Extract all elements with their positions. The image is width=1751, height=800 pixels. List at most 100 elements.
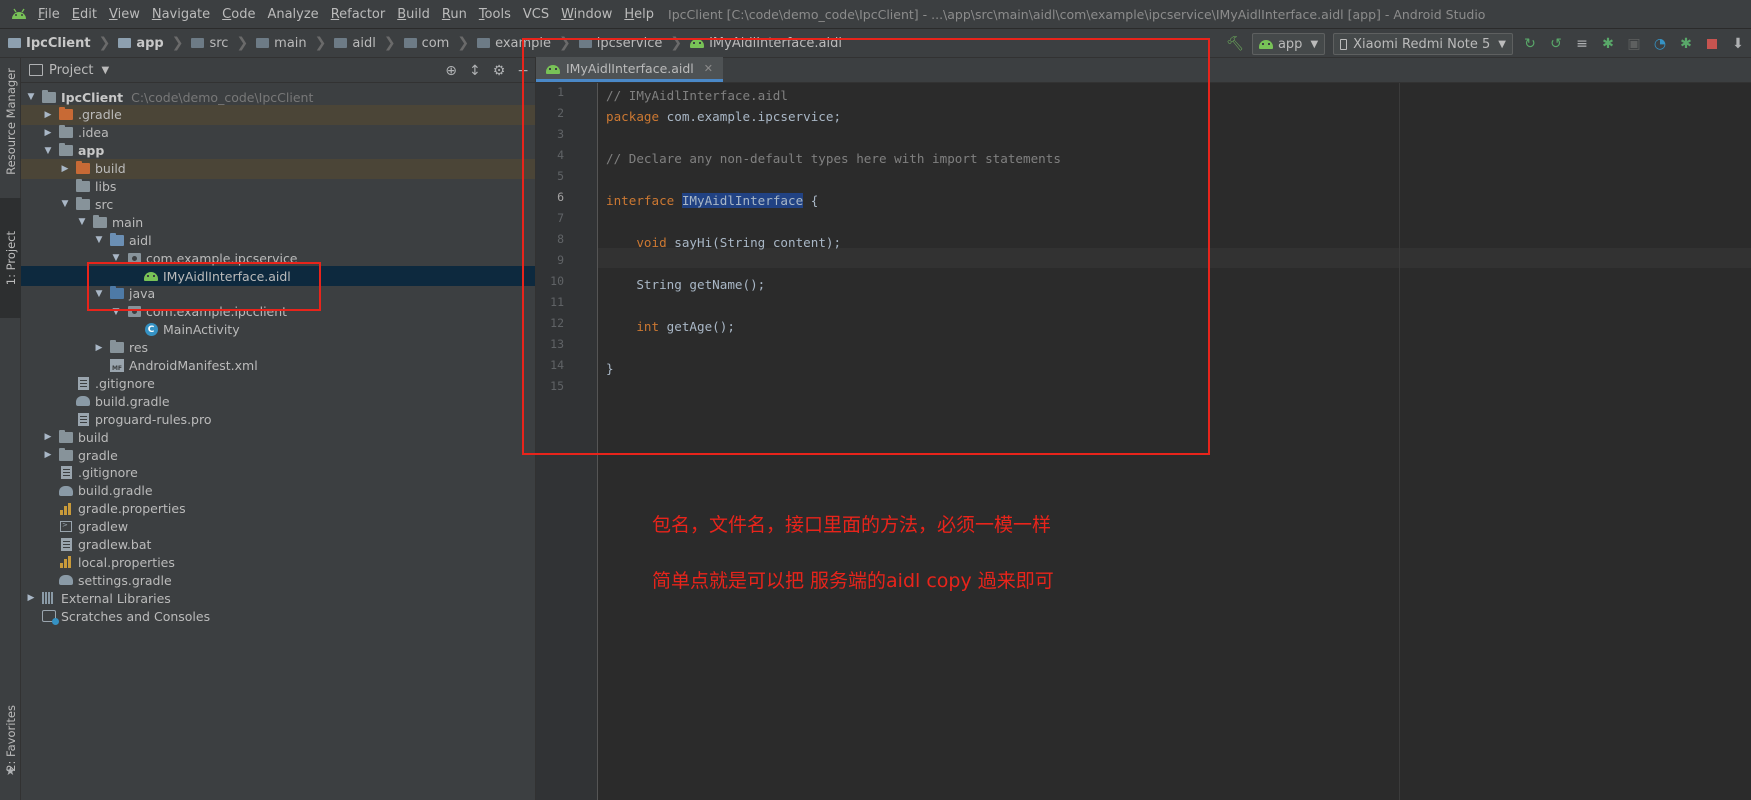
tree-item-label: gradlew.bat [78,537,152,552]
menu-label: ile [44,6,60,22]
menu-analyze[interactable]: Analyze [261,7,324,22]
breadcrumb-separator-icon: ❯ [314,35,327,51]
folder-icon [118,38,132,48]
menu-label: Analyze [267,6,319,22]
menu-mnemonic: W [561,6,574,22]
annotation-note-2: 简单点就是可以把 服务端的aidl copy 過来即可 [652,570,1054,592]
menu-help[interactable]: Help [618,7,660,22]
android-icon [1258,39,1273,49]
settings-gear-icon[interactable]: ⚙ [493,63,506,79]
menu-view[interactable]: View [103,7,146,22]
breadcrumb-item[interactable]: com ❯ [396,35,469,51]
tree-item-label: local.properties [78,554,175,570]
left-tool-window-strip: Resource Manager 1: Project 2: Favorites… [0,58,21,800]
tree-item-label: IpcClient [61,89,124,105]
folder-icon [58,125,74,140]
breadcrumb-item[interactable]: app ❯ [110,35,183,51]
tree-item-label: .gradle [78,107,122,123]
breadcrumb-label: IpcClient [26,35,91,51]
tree-item-label: build [78,429,109,445]
breadcrumb-label: src [209,35,229,51]
menu-edit[interactable]: Edit [66,7,103,22]
collapse-arrow-icon[interactable]: ▶ [25,593,37,603]
expand-arrow-icon[interactable]: ▼ [93,235,105,245]
stop-icon[interactable] [1701,33,1723,55]
tree-item-label: aidl [129,232,152,248]
collapse-arrow-icon[interactable]: ▶ [42,432,54,442]
menu-label: un [450,6,467,22]
menu-label: efactor [339,6,386,22]
make-project-hammer-icon[interactable]: 🔨︎ [1224,33,1246,55]
expand-arrow-icon[interactable]: ▼ [59,199,71,209]
resource-manager-tab[interactable]: Resource Manager [0,62,21,180]
breadcrumb-label: app [136,35,164,51]
menu-code[interactable]: Code [216,7,261,22]
menu-vcs[interactable]: VCS [517,7,555,22]
sdk-manager-icon[interactable]: ⬇ [1727,33,1749,55]
tree-item-label: .gitignore [95,375,155,391]
attach-debugger-icon[interactable]: ▣ [1623,33,1645,55]
menu-label: VCS [522,6,550,22]
menu-build[interactable]: Build [391,7,436,22]
menu-refactor[interactable]: Refactor [325,7,392,22]
profile-icon[interactable]: ◔ [1649,33,1671,55]
run-coverage-icon[interactable]: ≡ [1571,33,1593,55]
menu-navigate[interactable]: Navigate [146,7,216,22]
apply-changes-icon[interactable]: ↻ [1519,33,1541,55]
collapse-arrow-icon[interactable]: ▶ [42,128,54,138]
expand-arrow-icon[interactable]: ▼ [76,217,88,227]
tree-item-label: MainActivity [163,322,240,338]
folder-icon [58,429,74,444]
menu-file[interactable]: File [32,7,66,22]
menu-bar: File Edit View Navigate Code Analyze Refactor B… [0,0,1751,28]
menu-run[interactable]: Run [436,7,473,22]
locate-file-icon[interactable]: ⊕ [445,63,457,79]
run-configuration-select[interactable]: app ▼ [1251,33,1326,55]
breadcrumb-item[interactable]: main ❯ [248,35,326,51]
tree-item[interactable]: Scratches and Consoles [21,606,535,626]
breadcrumb-item[interactable]: src ❯ [183,35,248,51]
menu-label: indow [573,6,613,22]
folder-icon [75,179,91,194]
tree-item-label: gradlew [78,519,129,535]
tree-item-label: app [78,143,105,159]
breadcrumb-item[interactable]: IpcClient ❯ [0,35,110,51]
expand-arrow-icon[interactable]: ▼ [42,146,54,156]
phone-icon [1340,38,1348,50]
menu-window[interactable]: Window [555,7,618,22]
properties-file-icon [58,502,74,516]
project-view-icon [29,64,43,76]
project-view-select[interactable]: Project [49,63,93,78]
collapse-arrow-icon[interactable]: ▶ [59,164,71,174]
tree-item-label: src [95,196,114,212]
folder-icon [334,38,348,48]
breadcrumb-label: main [274,35,307,51]
chevron-down-icon[interactable]: ▼ [101,65,109,76]
scratch-icon [41,609,59,626]
breadcrumb-separator-icon: ❯ [383,35,396,51]
folder-icon [92,214,108,229]
debug-icon[interactable]: ✱ [1597,33,1619,55]
tree-item-label: build.gradle [78,483,153,499]
device-select[interactable]: Xiaomi Redmi Note 5 ▼ [1333,33,1513,55]
menu-mnemonic: C [222,6,232,22]
apply-code-changes-icon[interactable]: ↺ [1545,33,1567,55]
collapse-arrow-icon[interactable]: ▶ [93,343,105,353]
annotation-box-editor [522,38,1210,455]
tree-item-label: res [129,340,149,356]
tree-item-label: settings.gradle [78,572,172,588]
collapse-arrow-icon[interactable]: ▶ [42,110,54,120]
collapse-arrow-icon[interactable]: ▶ [42,450,54,460]
menu-tools[interactable]: Tools [473,7,517,22]
file-icon [58,466,74,480]
menu-mnemonic: N [151,6,162,22]
collapse-all-icon[interactable]: ↕ [469,63,481,79]
star-icon: ★ [5,764,16,778]
expand-arrow-icon[interactable]: ▼ [25,92,37,102]
breadcrumb-item[interactable]: aidl ❯ [326,35,396,51]
window-title: IpcClient [C:\code\demo_code\IpcClient] … [668,6,1486,22]
project-tab[interactable]: 1: Project [0,198,21,318]
folder-icon [256,38,270,48]
tree-item-label: Scratches and Consoles [61,608,211,624]
attach-process-icon[interactable]: ✱ [1675,33,1697,55]
